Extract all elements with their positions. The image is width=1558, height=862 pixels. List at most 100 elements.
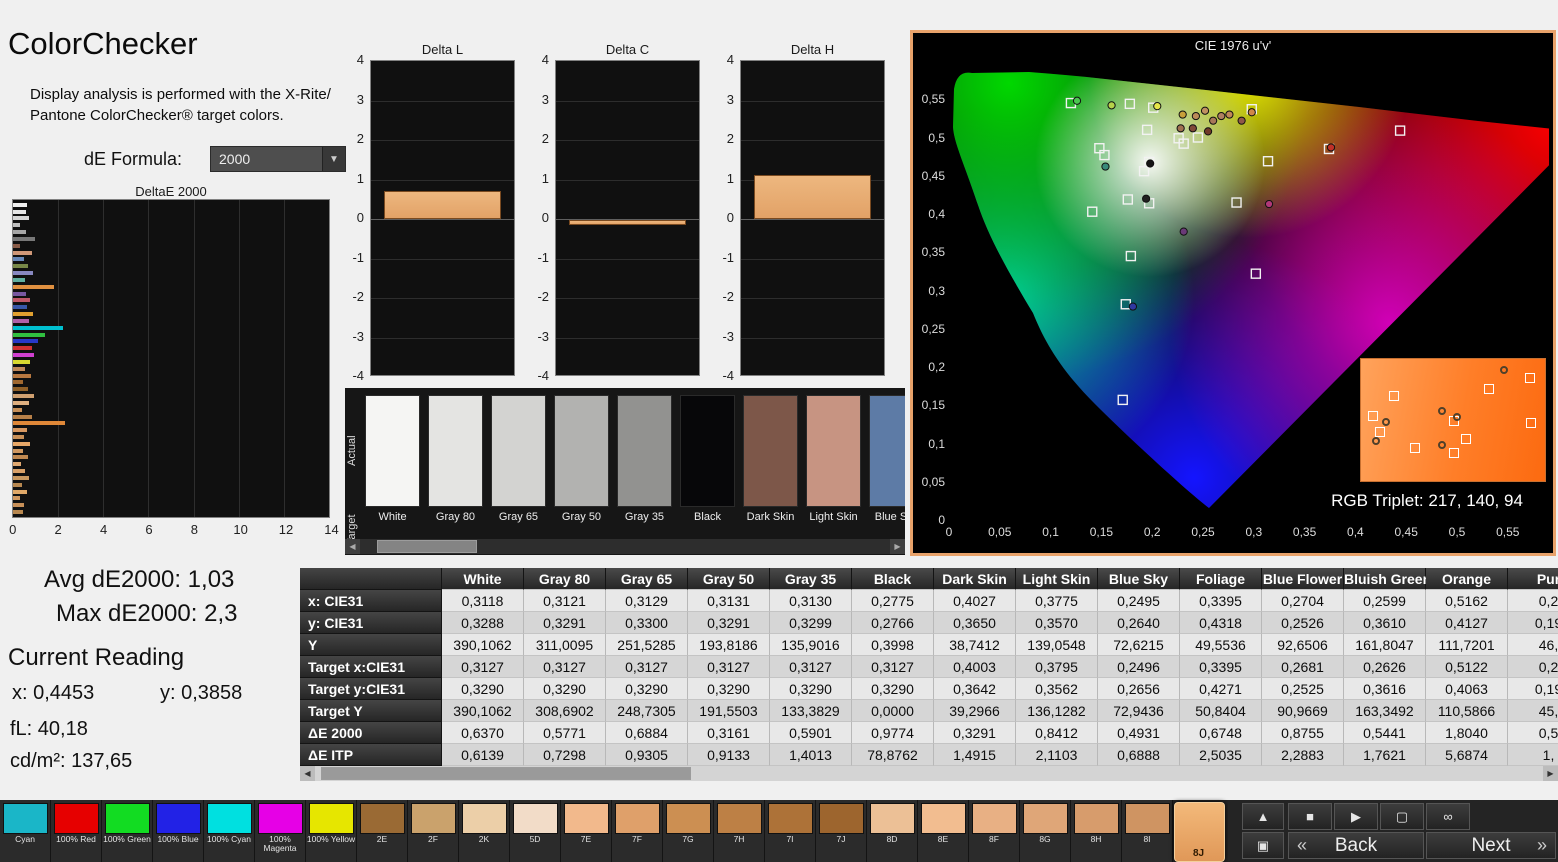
toolbar-patch-button[interactable]: 7I — [765, 800, 816, 862]
table-cell: 0,3131 — [688, 590, 770, 612]
stop-button[interactable]: ■ — [1288, 803, 1332, 830]
gridline — [556, 140, 699, 141]
scroll-right-button[interactable]: ▶ — [890, 539, 905, 554]
gridline — [741, 219, 884, 220]
x-tick-label: 8 — [190, 522, 199, 537]
toolbar-patch-button[interactable]: 7G — [663, 800, 714, 862]
patch-button-color — [869, 803, 915, 834]
de-formula-dropdown[interactable]: 2000 ▼ — [210, 146, 346, 172]
column-header: Pur — [1508, 568, 1558, 590]
deltae-bar — [13, 243, 21, 248]
y-tick-label: 3 — [541, 91, 549, 107]
measured-marker — [1176, 124, 1185, 133]
deltae-bar — [13, 489, 27, 494]
table-cell: 0,4931 — [1098, 722, 1180, 744]
gridline — [741, 298, 884, 299]
toolbar-patch-button[interactable]: 100% Red — [51, 800, 102, 862]
scroll-left-button[interactable]: ◀ — [345, 539, 360, 554]
loop-button[interactable]: ∞ — [1426, 803, 1470, 830]
patch-strip-panel: Actual Target White Gray 80 Gray 65 Gray 50… — [345, 388, 905, 555]
toolbar-patch-button[interactable]: 2E — [357, 800, 408, 862]
table-cell: 191,5503 — [688, 700, 770, 722]
target-marker — [1525, 373, 1535, 383]
deltae-bar — [13, 223, 21, 228]
toolbar-patch-button[interactable]: 100% Blue — [153, 800, 204, 862]
toolbar-patch-button[interactable]: 100% Green — [102, 800, 153, 862]
patch-button-label: Cyan — [15, 834, 35, 844]
table-cell: 0,5 — [1508, 722, 1558, 744]
toolbar-patch-button[interactable]: 8J — [1173, 800, 1225, 862]
toolbar-patch-button[interactable]: 7H — [714, 800, 765, 862]
plot-area — [555, 60, 700, 376]
table-cell: 72,6215 — [1098, 634, 1180, 656]
scroll-thumb[interactable] — [321, 767, 691, 780]
patch-button-color — [2, 803, 48, 834]
toolbar-patch-button[interactable]: 8I — [1122, 800, 1173, 862]
column-header: Orange — [1426, 568, 1508, 590]
y-tick-label: -1 — [352, 249, 364, 265]
table-cell: 110,5866 — [1426, 700, 1508, 722]
toolbar-patch-button[interactable]: 5D — [510, 800, 561, 862]
patch-button-color — [512, 803, 558, 834]
y-tick-label: 0 — [356, 210, 364, 225]
y-tick-label: 0,35 — [921, 245, 945, 260]
scroll-left-button[interactable]: ◀ — [300, 766, 315, 781]
y-tick-label: 2 — [726, 131, 734, 146]
back-button[interactable]: « Back — [1288, 832, 1424, 859]
toolbar-patch-button[interactable]: 100% Cyan — [204, 800, 255, 862]
table-cell: 0,3290 — [852, 678, 934, 700]
display-button[interactable]: ▣ — [1242, 832, 1284, 859]
toolbar-patch-button[interactable]: 7E — [561, 800, 612, 862]
toolbar-patch-button[interactable]: 2K — [459, 800, 510, 862]
table-cell: 38,7412 — [934, 634, 1016, 656]
table-row: Target Y 390,1062 308,6902 248,7305 191,5503… — [300, 700, 1558, 722]
display-icon: ▣ — [1256, 837, 1270, 853]
toolbar-patch-button[interactable]: 8G — [1020, 800, 1071, 862]
toolbar-patch-button[interactable]: 8E — [918, 800, 969, 862]
toolbar-patch-button[interactable]: 100% Yellow — [306, 800, 357, 862]
toolbar-patch-button[interactable]: 2F — [408, 800, 459, 862]
patch-button-label: 100% Cyan — [207, 834, 251, 844]
rgb-triplet-text: RGB Triplet: 217, 140, 94 — [1331, 491, 1523, 510]
next-button[interactable]: Next » — [1426, 832, 1556, 859]
chart-title: Delta L — [421, 42, 464, 57]
table-cell: 0,3290 — [770, 678, 852, 700]
x-tick-label: 0,3 — [1245, 525, 1263, 539]
gridline — [556, 258, 699, 260]
table-cell: 0,5162 — [1426, 590, 1508, 612]
table-row: x: CIE31 0,3118 0,3121 0,3129 0,3131 0,3130 0,… — [300, 590, 1558, 612]
gridline — [371, 219, 514, 220]
deltae-bar — [13, 414, 33, 419]
patch-button-color — [920, 803, 966, 834]
toolbar-patch-button[interactable]: 7F — [612, 800, 663, 862]
table-cell: 45, — [1508, 700, 1558, 722]
y-tick-label: 1 — [726, 170, 734, 186]
frame-button[interactable]: ▢ — [1380, 803, 1424, 830]
toolbar-patch-button[interactable]: Cyan — [0, 800, 51, 862]
deltae-bar — [13, 277, 26, 282]
play-button[interactable]: ▶ — [1334, 803, 1378, 830]
scroll-up-button[interactable]: ▲ — [1242, 803, 1284, 830]
patch-swatch: Gray 35 — [617, 395, 672, 523]
table-cell: 72,9436 — [1098, 700, 1180, 722]
toolbar-patch-button[interactable]: 8F — [969, 800, 1020, 862]
plot-area — [740, 60, 885, 376]
toolbar-patch-button[interactable]: 8H — [1071, 800, 1122, 862]
scroll-thumb[interactable] — [377, 540, 477, 553]
column-header: Gray 80 — [524, 568, 606, 590]
plot-area — [370, 60, 515, 376]
deltae-bar — [13, 448, 24, 453]
target-marker — [1375, 427, 1385, 437]
y-tick-label: 0 — [541, 210, 549, 225]
scroll-right-button[interactable]: ▶ — [1543, 766, 1558, 781]
toolbar-patch-button[interactable]: 100% Magenta — [255, 800, 306, 862]
stop-icon: ■ — [1306, 809, 1314, 824]
delta-l-chart: Delta L 4 3 2 1 0 -1 -2 -3 -4 — [340, 42, 518, 394]
patch-button-label: 7F — [632, 834, 642, 844]
y-tick-label: 1 — [356, 170, 364, 186]
toolbar-patch-button[interactable]: 8D — [867, 800, 918, 862]
table-cell: 163,3492 — [1344, 700, 1426, 722]
delta-c-chart: Delta C 4 3 2 1 0 -1 -2 -3 -4 — [525, 42, 703, 394]
toolbar-patch-button[interactable]: 7J — [816, 800, 867, 862]
table-row: Y 390,1062 311,0095 251,5285 193,8186 135,901… — [300, 634, 1558, 656]
